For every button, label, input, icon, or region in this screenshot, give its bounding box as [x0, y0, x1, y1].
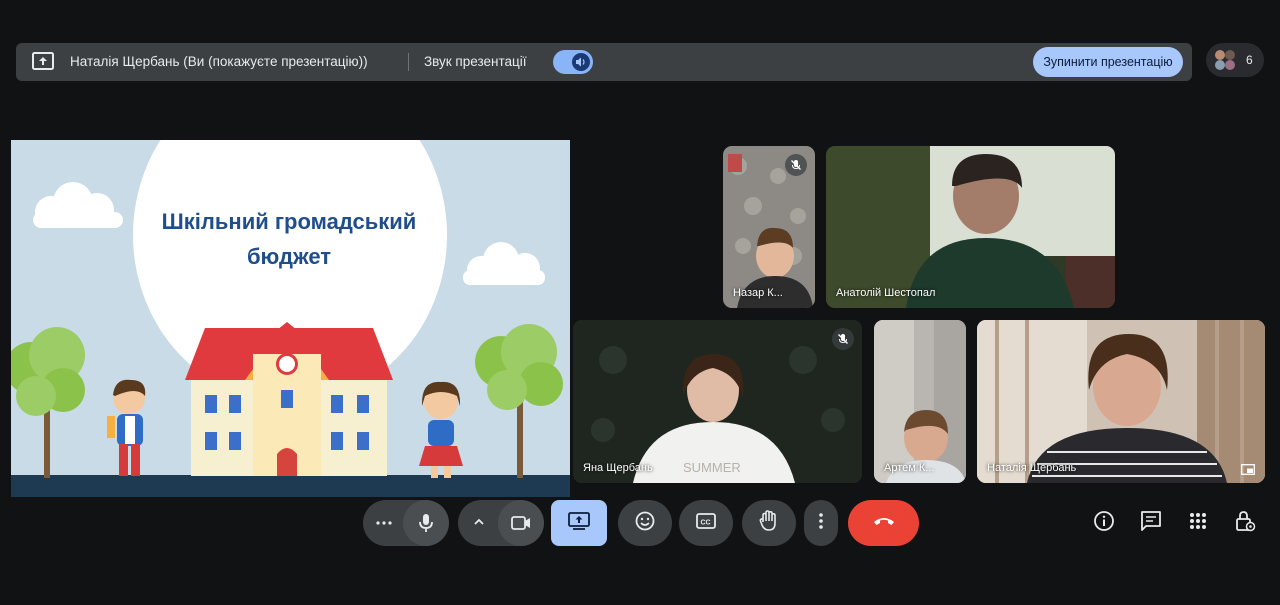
participant-name: Артем К...: [884, 462, 935, 474]
present-now-button[interactable]: [551, 500, 607, 546]
call-end-icon: [872, 514, 896, 532]
participant-name: Назар К...: [733, 287, 783, 299]
topbar-divider: [408, 53, 409, 71]
present-to-all-icon: [32, 52, 54, 70]
presentation-audio-label: Звук презентації: [424, 54, 527, 69]
participant-count: 6: [1246, 53, 1253, 67]
more-vert-icon: [818, 512, 824, 535]
stop-presenting-button[interactable]: Зупинити презентацію: [1033, 47, 1183, 77]
activities-icon: [1188, 511, 1208, 536]
participant-name: Яна Щербань: [583, 462, 653, 474]
slide-illustration: [11, 140, 570, 497]
video-feed: [977, 320, 1265, 483]
svg-text:SUMMER: SUMMER: [683, 460, 741, 475]
muted-mic-icon: [832, 328, 854, 350]
presentation-bar: Наталія Щербань (Ви (покажуєте презентац…: [16, 43, 1192, 81]
raise-hand-button[interactable]: [742, 500, 796, 546]
participant-tile-self[interactable]: Наталія Щербань: [977, 320, 1265, 483]
closed-caption-icon: CC: [696, 512, 716, 534]
meeting-details-button[interactable]: [1091, 510, 1117, 536]
present-to-all-icon: [568, 511, 590, 535]
audio-control-group: [363, 500, 449, 546]
leave-call-button[interactable]: [848, 500, 919, 546]
more-options-button[interactable]: [804, 500, 838, 546]
volume-icon: [572, 53, 590, 71]
fit-frame-icon[interactable]: [1241, 462, 1255, 475]
participants-button[interactable]: 6: [1206, 43, 1264, 77]
participant-tile[interactable]: Анатолій Шестопал: [826, 146, 1115, 308]
presentation-audio-toggle[interactable]: [553, 50, 593, 74]
participant-name: Анатолій Шестопал: [836, 287, 936, 299]
host-controls-button[interactable]: [1232, 510, 1258, 536]
captions-button[interactable]: CC: [679, 500, 733, 546]
participant-tile[interactable]: Артем К...: [874, 320, 966, 483]
hand-icon: [759, 509, 779, 537]
muted-mic-icon: [785, 154, 807, 176]
reactions-button[interactable]: [618, 500, 672, 546]
video-feed: [874, 320, 966, 483]
chat-icon: [1140, 510, 1162, 537]
info-icon: [1093, 510, 1115, 537]
video-feed: [826, 146, 1115, 308]
slide-title: Шкільний громадський бюджет: [161, 209, 417, 269]
emoji-icon: [635, 511, 655, 536]
participant-name: Наталія Щербань: [987, 462, 1077, 474]
host-controls-icon: [1234, 510, 1256, 537]
participant-tile[interactable]: Назар К...: [723, 146, 815, 308]
audio-options-icon[interactable]: [375, 514, 393, 537]
participant-tile[interactable]: SUMMER Яна Щербань: [573, 320, 862, 483]
videocam-icon[interactable]: [498, 500, 544, 546]
activities-button[interactable]: [1185, 510, 1211, 536]
video-feed: SUMMER: [573, 320, 862, 483]
presenting-status-text: Наталія Щербань (Ви (покажуєте презентац…: [70, 54, 368, 69]
shared-presentation-slide: Шкільний громадський бюджет: [11, 140, 570, 497]
svg-text:CC: CC: [701, 519, 711, 526]
camera-control-group: [458, 500, 544, 546]
mic-icon[interactable]: [403, 500, 449, 546]
chat-button[interactable]: [1138, 510, 1164, 536]
participant-avatars-icon: [1214, 49, 1236, 71]
chevron-up-icon[interactable]: [472, 515, 486, 534]
